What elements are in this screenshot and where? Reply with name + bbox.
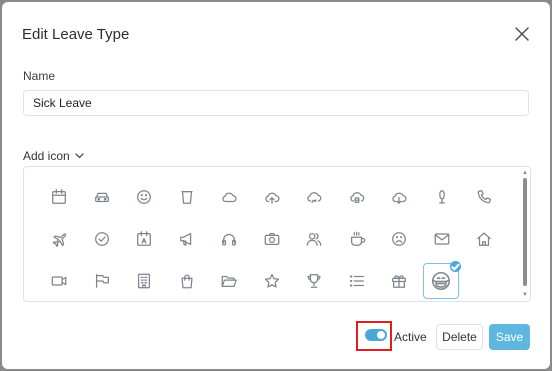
icon-option-trophy[interactable]	[296, 263, 332, 299]
active-label: Active	[394, 330, 427, 344]
check-circle-icon	[94, 232, 109, 246]
check-icon	[450, 263, 460, 270]
megaphone-icon	[179, 232, 191, 246]
icon-option-cloud[interactable]	[211, 179, 247, 215]
cloud-server-icon	[349, 192, 364, 204]
save-button[interactable]: Save	[489, 324, 530, 350]
active-toggle[interactable]	[365, 329, 387, 341]
cloud-upload-icon	[264, 192, 279, 204]
trophy-icon	[307, 274, 321, 288]
icon-option-building[interactable]	[126, 263, 162, 299]
scroll-down-arrow[interactable]: ▼	[522, 292, 528, 298]
icon-option-camera[interactable]	[254, 221, 290, 257]
gift-icon	[392, 275, 406, 288]
icon-option-airplane[interactable]	[41, 221, 77, 257]
selected-check-badge	[449, 261, 461, 272]
icon-option-mail[interactable]	[424, 221, 460, 257]
icon-option-folder-open[interactable]	[211, 263, 247, 299]
building-icon	[137, 273, 151, 289]
close-button[interactable]	[510, 22, 534, 46]
list-icon	[349, 275, 364, 287]
edit-leave-type-dialog: Edit Leave Type Name Add icon ▲ ▼ Active…	[2, 2, 550, 369]
icon-option-coffee[interactable]	[339, 221, 375, 257]
icon-option-user-group[interactable]	[296, 221, 332, 257]
icon-panel-scrollbar[interactable]: ▲ ▼	[522, 170, 528, 298]
dialog-title: Edit Leave Type	[22, 26, 130, 43]
scroll-thumb[interactable]	[523, 178, 527, 286]
toggle-knob	[377, 331, 385, 339]
icon-option-video[interactable]	[41, 263, 77, 299]
icon-option-megaphone[interactable]	[169, 221, 205, 257]
name-label: Name	[23, 69, 56, 83]
phone-icon	[477, 190, 491, 204]
icon-option-calendar-a[interactable]	[126, 221, 162, 257]
calendar-icon	[52, 189, 66, 204]
car-icon	[94, 192, 109, 203]
icon-option-car[interactable]	[84, 179, 120, 215]
video-icon	[51, 276, 67, 286]
cloud-download-icon	[392, 192, 407, 204]
icon-option-cloud-download[interactable]	[381, 179, 417, 215]
icon-option-home[interactable]	[466, 221, 502, 257]
delete-button[interactable]: Delete	[436, 324, 483, 350]
icon-option-cup[interactable]	[169, 179, 205, 215]
add-icon-label: Add icon	[23, 149, 70, 163]
icon-option-sad-face[interactable]	[381, 221, 417, 257]
home-icon	[477, 232, 491, 246]
sad-face-icon	[392, 232, 406, 246]
icon-option-phone[interactable]	[466, 179, 502, 215]
sick-mask-face-icon	[431, 271, 450, 291]
icon-option-headphones[interactable]	[211, 221, 247, 257]
microphone-icon	[438, 190, 445, 204]
camera-icon	[264, 232, 279, 246]
icon-option-sick-mask-face[interactable]	[422, 261, 461, 299]
star-icon	[264, 273, 279, 288]
close-icon	[515, 27, 529, 41]
chevron-down-icon	[75, 153, 84, 159]
user-group-icon	[306, 232, 322, 246]
cloud-sync-icon	[307, 192, 322, 204]
smile-icon	[137, 190, 151, 204]
coffee-icon	[350, 231, 365, 246]
cup-icon	[180, 190, 193, 204]
mail-icon	[434, 233, 449, 245]
icon-option-cloud-sync[interactable]	[296, 179, 332, 215]
icon-grid	[38, 179, 506, 301]
add-icon-toggle[interactable]: Add icon	[23, 149, 84, 163]
icon-option-shopping-bag[interactable]	[169, 263, 205, 299]
icon-picker-panel: ▲ ▼	[23, 166, 531, 302]
name-input[interactable]	[23, 90, 529, 116]
icon-option-cloud-upload[interactable]	[254, 179, 290, 215]
scroll-up-arrow[interactable]: ▲	[522, 170, 528, 176]
icon-option-check-circle[interactable]	[84, 221, 120, 257]
icon-option-microphone[interactable]	[424, 179, 460, 215]
folder-open-icon	[221, 275, 237, 288]
airplane-icon	[52, 233, 67, 247]
icon-option-flags[interactable]	[84, 263, 120, 299]
icon-option-calendar[interactable]	[41, 179, 77, 215]
calendar-a-icon	[137, 231, 151, 246]
cloud-icon	[222, 192, 237, 203]
icon-option-gift[interactable]	[381, 263, 417, 299]
icon-option-cloud-server[interactable]	[339, 179, 375, 215]
icon-option-star[interactable]	[254, 263, 290, 299]
flags-icon	[95, 274, 109, 288]
shopping-bag-icon	[180, 274, 193, 289]
icon-option-smile[interactable]	[126, 179, 162, 215]
icon-option-list[interactable]	[339, 263, 375, 299]
headphones-icon	[222, 233, 236, 246]
